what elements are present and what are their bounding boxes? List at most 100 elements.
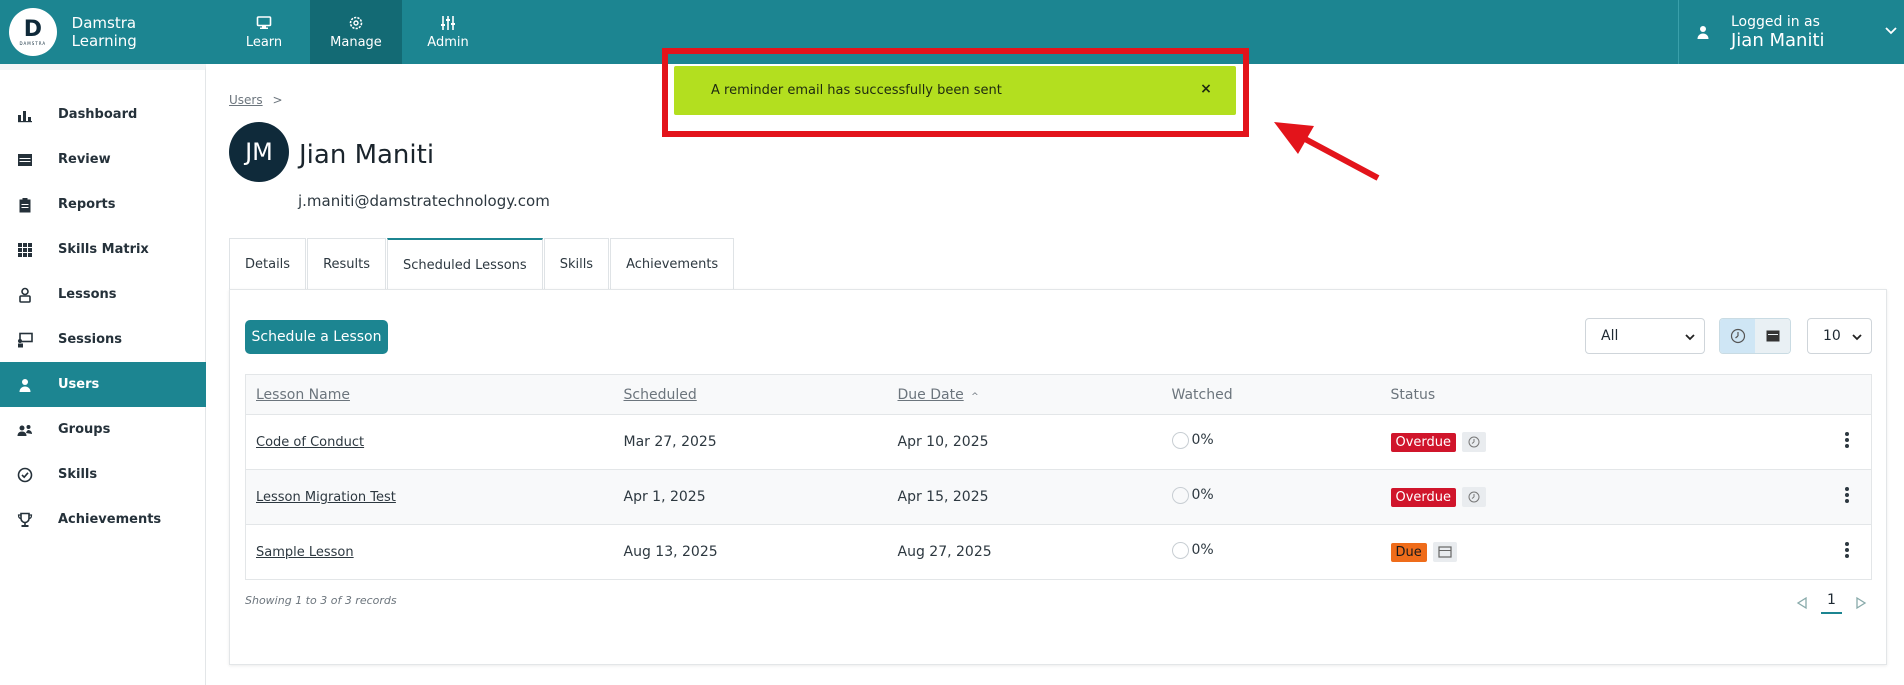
watched-percent: 0% xyxy=(1191,487,1214,503)
lesson-name-link[interactable]: Lesson Migration Test xyxy=(256,490,396,505)
user-icon xyxy=(16,376,34,394)
lesson-name-link[interactable]: Sample Lesson xyxy=(256,545,354,560)
pagination: 1 xyxy=(1795,592,1868,614)
breadcrumb: Users > xyxy=(229,93,283,107)
status-filter-select[interactable]: All xyxy=(1585,318,1705,354)
lesson-name-cell: Sample Lesson xyxy=(245,524,614,580)
page-1-button[interactable]: 1 xyxy=(1821,592,1842,614)
logged-in-label: Logged in as xyxy=(1731,13,1820,30)
row-actions-menu-icon[interactable] xyxy=(1845,542,1849,558)
chevron-down-icon xyxy=(1885,27,1897,35)
header-lesson-name[interactable]: Lesson Name xyxy=(245,374,614,415)
tab-skills[interactable]: Skills xyxy=(543,238,610,290)
group-icon xyxy=(16,421,34,439)
watched-percent: 0% xyxy=(1191,542,1214,558)
status-badge: Due xyxy=(1390,542,1427,562)
next-page-icon[interactable] xyxy=(1854,596,1868,610)
status-badge: Overdue xyxy=(1390,432,1457,452)
sidebar-item-review[interactable]: Review xyxy=(0,137,206,182)
records-count: Showing 1 to 3 of 3 records xyxy=(245,594,397,607)
chevron-down-icon xyxy=(1852,334,1862,341)
sidebar-item-label: Review xyxy=(58,152,111,167)
table-row: Code of Conduct Mar 27, 2025 Apr 10, 2025 0… xyxy=(245,414,1872,470)
brand-name: Damstra Learning xyxy=(71,14,137,50)
sidebar-item-lessons[interactable]: Lessons xyxy=(0,272,206,317)
breadcrumb-users-link[interactable]: Users xyxy=(229,93,263,107)
sliders-icon xyxy=(441,15,455,30)
sidebar-item-skills-matrix[interactable]: Skills Matrix xyxy=(0,227,206,272)
calendar-view-button[interactable] xyxy=(1755,319,1790,353)
lesson-name-link[interactable]: Code of Conduct xyxy=(256,435,364,450)
sidebar-item-label: Skills Matrix xyxy=(58,242,149,257)
annotation-arrow-icon xyxy=(1274,122,1380,181)
scheduled-date: Mar 27, 2025 xyxy=(613,414,888,470)
sidebar-item-skills[interactable]: Skills xyxy=(0,452,206,497)
due-date: Apr 10, 2025 xyxy=(887,414,1162,470)
grid-icon xyxy=(16,241,34,259)
bar-chart-icon xyxy=(16,106,34,124)
watched-cell: 0% xyxy=(1161,469,1381,525)
status-cell: Overdue xyxy=(1380,414,1872,470)
sidebar-item-label: Skills xyxy=(58,467,98,482)
sidebar-item-users[interactable]: Users xyxy=(0,362,206,407)
sidebar-item-label: Reports xyxy=(58,197,116,212)
lesson-icon xyxy=(16,286,34,304)
scheduled-date: Apr 1, 2025 xyxy=(613,469,888,525)
status-cell: Overdue xyxy=(1380,469,1872,525)
per-page-value: 10 xyxy=(1823,328,1841,344)
due-date: Apr 15, 2025 xyxy=(887,469,1162,525)
nav-admin-label: Admin xyxy=(427,34,469,50)
sidebar: Dashboard Review Reports Skills Matrix Lesso… xyxy=(0,64,206,685)
sidebar-item-reports[interactable]: Reports xyxy=(0,182,206,227)
sidebar-item-groups[interactable]: Groups xyxy=(0,407,206,452)
lesson-name-cell: Lesson Migration Test xyxy=(245,469,614,525)
row-actions-menu-icon[interactable] xyxy=(1845,432,1849,448)
annotation-highlight-box xyxy=(662,48,1249,137)
logged-in-user: Jian Maniti xyxy=(1731,29,1825,51)
nav-admin[interactable]: Admin xyxy=(402,0,494,64)
watched-percent: 0% xyxy=(1191,432,1214,448)
tab-achievements[interactable]: Achievements xyxy=(610,238,735,290)
nav-manage[interactable]: Manage xyxy=(310,0,402,64)
header-watched: Watched xyxy=(1161,374,1381,415)
lesson-name-cell: Code of Conduct xyxy=(245,414,614,470)
user-email: j.maniti@damstratechnology.com xyxy=(298,192,550,210)
progress-ring-icon xyxy=(1171,541,1189,559)
chevron-down-icon xyxy=(1685,334,1695,341)
clock-icon xyxy=(1462,432,1487,452)
presentation-icon xyxy=(16,331,34,349)
sidebar-item-dashboard[interactable]: Dashboard xyxy=(0,92,206,137)
tab-details[interactable]: Details xyxy=(229,238,307,290)
table-row: Lesson Migration Test Apr 1, 2025 Apr 15, … xyxy=(245,469,1872,525)
brand[interactable]: D DAMSTRA Damstra Learning xyxy=(0,0,205,64)
header-status: Status xyxy=(1380,374,1872,415)
tab-scheduled-lessons[interactable]: Scheduled Lessons xyxy=(387,238,543,290)
progress-ring-icon xyxy=(1171,486,1189,504)
sidebar-item-label: Groups xyxy=(58,422,111,437)
sidebar-item-label: Sessions xyxy=(58,332,123,347)
sidebar-item-sessions[interactable]: Sessions xyxy=(0,317,206,362)
scheduled-date: Aug 13, 2025 xyxy=(613,524,888,580)
user-menu[interactable]: Logged in as Jian Maniti xyxy=(1678,0,1904,64)
status-cell: Due xyxy=(1380,524,1872,580)
nav-manage-label: Manage xyxy=(330,34,382,50)
sidebar-item-achievements[interactable]: Achievements xyxy=(0,497,206,542)
nav-learn-label: Learn xyxy=(245,34,283,50)
tab-results[interactable]: Results xyxy=(307,238,387,290)
nav-learn[interactable]: Learn xyxy=(218,0,310,64)
profile-tabs: Details Results Scheduled Lessons Skills… xyxy=(229,238,735,290)
sidebar-item-label: Users xyxy=(58,377,100,392)
header-due-date-cell[interactable]: Due Date ^ xyxy=(887,374,1162,415)
watched-cell: 0% xyxy=(1161,524,1381,580)
table-header-row: Lesson Name Scheduled Due Date ^ Watched… xyxy=(245,374,1872,415)
main-nav: Learn Manage Admin xyxy=(218,0,494,64)
row-actions-menu-icon[interactable] xyxy=(1845,487,1849,503)
schedule-lesson-button[interactable]: Schedule a Lesson xyxy=(245,320,388,354)
sidebar-item-label: Achievements xyxy=(58,512,162,527)
prev-page-icon[interactable] xyxy=(1795,596,1809,610)
status-badge: Overdue xyxy=(1390,487,1457,507)
clock-view-button[interactable] xyxy=(1720,319,1755,353)
per-page-select[interactable]: 10 xyxy=(1807,318,1872,354)
header-scheduled[interactable]: Scheduled xyxy=(613,374,888,415)
check-circle-icon xyxy=(16,466,34,484)
